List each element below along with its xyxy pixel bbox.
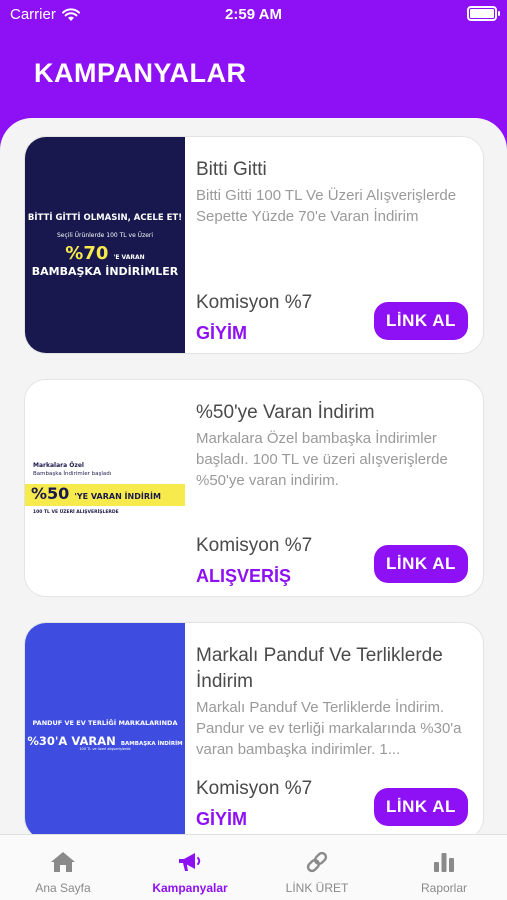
campaign-image-text: BİTTİ GİTTİ OLMASIN, ACELE ET! [27,213,183,223]
tab-generate-link[interactable]: LİNK ÜRET [254,835,380,900]
campaign-image-headline: %50 'YE VARAN İNDİRİM [25,484,185,506]
campaign-image-text: PANDUF VE EV TERLİĞİ MARKALARINDA [32,719,178,727]
campaign-image: BİTTİ GİTTİ OLMASIN, ACELE ET! Seçili Ür… [25,137,185,353]
campaign-body: Bitti Gitti Bitti Gitti 100 TL Ve Üzeri … [196,137,471,353]
tab-label: Raporlar [420,881,468,895]
campaign-title: Markalı Panduf Ve Terliklerde İndirim [196,645,443,692]
get-link-button[interactable]: LİNK AL [374,545,468,583]
campaign-image-text: Bambaşka İndirimler başladı [33,471,112,477]
campaign-body: %50'ye Varan İndirim Markalara Özel bamb… [196,380,471,596]
category-label: GİYİM [196,323,248,343]
campaign-image-text: %70 [65,243,109,264]
tab-label: Kampanyalar [152,881,228,895]
campaign-description: Markalı Panduf Ve Terliklerde İndirim. P… [196,699,462,758]
campaign-card[interactable]: BİTTİ GİTTİ OLMASIN, ACELE ET! Seçili Ür… [24,136,484,354]
campaign-image-text: Markalara Özel [33,462,84,469]
campaign-image: Markalara Özel Bambaşka İndirimler başla… [25,380,185,596]
campaign-body: Markalı Panduf Ve Terliklerde İndirim Ma… [196,623,471,834]
status-time: 2:59 AM [225,6,282,23]
campaign-image-text: 100 TL VE ÜZERİ ALIŞVERİŞLERDE [33,510,119,515]
bar-chart-icon [431,849,457,875]
category-label: ALIŞVERİŞ [196,566,292,586]
campaign-image: PANDUF VE EV TERLİĞİ MARKALARINDA %30'A … [25,623,185,834]
campaign-image-text: BAMBAŞKA İNDİRİMLER [31,265,179,278]
campaign-description: Markalara Özel bambaşka İndirimler başla… [196,430,448,489]
campaign-image-text: Seçili Ürünlerde 100 TL ve Üzeri [56,232,154,239]
commission-label: Komisyon %7 [196,778,313,799]
battery-icon [467,6,500,21]
link-icon [304,849,330,875]
campaign-list[interactable]: BİTTİ GİTTİ OLMASIN, ACELE ET! Seçili Ür… [0,118,507,834]
tab-home[interactable]: Ana Sayfa [0,835,126,900]
campaign-image-text: 100 TL ve üzeri alışverişlerde [79,747,131,751]
campaign-image-headline: %70 'E VARAN [25,243,185,264]
get-link-button[interactable]: LİNK AL [374,788,468,826]
tab-bar: Ana Sayfa Kampanyalar LİNK ÜRET Raporlar [0,834,507,900]
campaign-image-text: %30'A VARAN [27,734,116,748]
home-icon [50,849,76,875]
get-link-button[interactable]: LİNK AL [374,302,468,340]
tab-reports[interactable]: Raporlar [381,835,507,900]
campaign-card[interactable]: PANDUF VE EV TERLİĞİ MARKALARINDA %30'A … [24,622,484,834]
campaign-card[interactable]: Markalara Özel Bambaşka İndirimler başla… [24,379,484,597]
category-label: GİYİM [196,809,248,829]
campaign-description: Bitti Gitti 100 TL Ve Üzeri Alışverişler… [196,187,457,225]
commission-label: Komisyon %7 [196,292,313,313]
status-bar: Carrier 2:59 AM [0,0,507,30]
campaign-image-text: %50 [31,484,70,503]
tab-campaigns[interactable]: Kampanyalar [127,835,253,900]
megaphone-icon [177,849,203,875]
campaign-image-text: 'E VARAN [113,254,145,261]
tab-label: Ana Sayfa [35,881,91,895]
commission-label: Komisyon %7 [196,535,313,556]
tab-label: LİNK ÜRET [285,881,349,895]
campaign-title: %50'ye Varan İndirim [196,402,375,423]
campaign-image-text: 'YE VARAN İNDİRİM [74,492,161,501]
campaign-title: Bitti Gitti [196,159,267,180]
page-title: KAMPANYALAR [34,58,247,88]
